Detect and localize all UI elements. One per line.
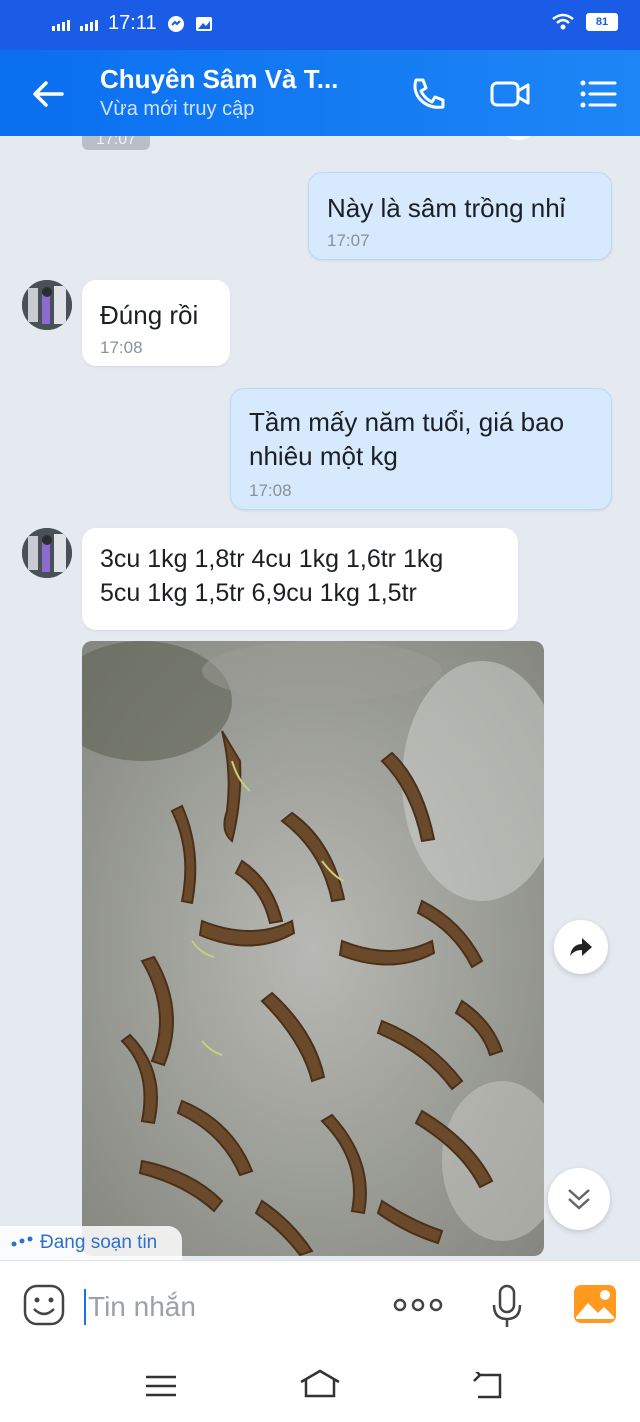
- last-seen-status: Vừa mới truy cập: [100, 98, 255, 120]
- image-gallery-icon[interactable]: [572, 1283, 618, 1325]
- home-icon[interactable]: [298, 1368, 342, 1400]
- back-icon[interactable]: [470, 1372, 506, 1400]
- reaction-button[interactable]: [498, 136, 538, 140]
- composer-bar: Tin nhắn: [0, 1260, 640, 1351]
- video-call-icon[interactable]: [488, 72, 532, 116]
- date-separator: 17:07: [82, 136, 150, 150]
- message-time: 17:07: [327, 231, 370, 250]
- message-text-line: 5cu 1kg 1,5tr 6,9cu 1kg 1,5tr: [100, 579, 417, 607]
- back-arrow-icon[interactable]: [28, 74, 68, 114]
- menu-list-icon[interactable]: [576, 72, 620, 116]
- chat-title[interactable]: Chuyên Sâm Và T...: [100, 64, 338, 95]
- messenger-icon: [167, 15, 184, 32]
- message-list[interactable]: 17:07 Này là sâm trồng nhỉ 17:07 Đúng rồ…: [0, 136, 640, 1260]
- scroll-to-bottom-button[interactable]: [548, 1168, 610, 1230]
- double-chevron-down-icon: [568, 1189, 590, 1210]
- battery-icon: 81: [586, 13, 618, 31]
- status-bar: 17:11 81: [0, 0, 640, 50]
- recent-apps-icon[interactable]: [144, 1374, 178, 1398]
- message-text: Này là sâm trồng nhỉ: [327, 193, 566, 223]
- gallery-notification-icon: [195, 16, 212, 31]
- typing-indicator: Đang soạn tin: [0, 1226, 182, 1260]
- forward-button[interactable]: [554, 920, 608, 974]
- wifi-icon: [552, 13, 574, 30]
- message-text-line: nhiêu một kg: [249, 441, 398, 471]
- chat-header: Chuyên Sâm Và T... Vừa mới truy cập: [0, 50, 640, 136]
- message-time: 17:08: [249, 481, 292, 500]
- message-text: Đúng rồi: [100, 300, 199, 330]
- message-text-line: Tầm mấy năm tuổi, giá bao: [249, 407, 565, 437]
- phone-icon[interactable]: [406, 72, 450, 116]
- more-options-icon[interactable]: [392, 1295, 444, 1315]
- typing-dots-icon: [11, 1236, 33, 1247]
- clock: 17:11: [108, 12, 157, 34]
- signal-icon: [80, 17, 98, 31]
- message-time: 17:08: [100, 338, 143, 357]
- forward-icon: [570, 938, 592, 956]
- message-bubble-sent[interactable]: Này là sâm trồng nhỉ 17:07: [308, 172, 612, 260]
- avatar[interactable]: [22, 280, 72, 330]
- avatar[interactable]: [22, 528, 72, 578]
- message-bubble-sent[interactable]: Tầm mấy năm tuổi, giá bao nhiêu một kg 1…: [230, 388, 612, 510]
- microphone-icon[interactable]: [490, 1283, 524, 1329]
- system-nav-bar: [0, 1350, 640, 1422]
- typing-text: Đang soạn tin: [40, 1232, 158, 1253]
- photo-message[interactable]: [82, 641, 544, 1256]
- message-text-line: 3cu 1kg 1,8tr 4cu 1kg 1,6tr 1kg: [100, 545, 444, 573]
- emoji-icon[interactable]: [22, 1283, 66, 1327]
- message-bubble-received[interactable]: 3cu 1kg 1,8tr 4cu 1kg 1,6tr 1kg 5cu 1kg …: [82, 528, 518, 630]
- message-input[interactable]: Tin nhắn: [84, 1289, 196, 1325]
- message-bubble-received[interactable]: Đúng rồi 17:08: [82, 280, 230, 366]
- signal-icon: [52, 17, 70, 31]
